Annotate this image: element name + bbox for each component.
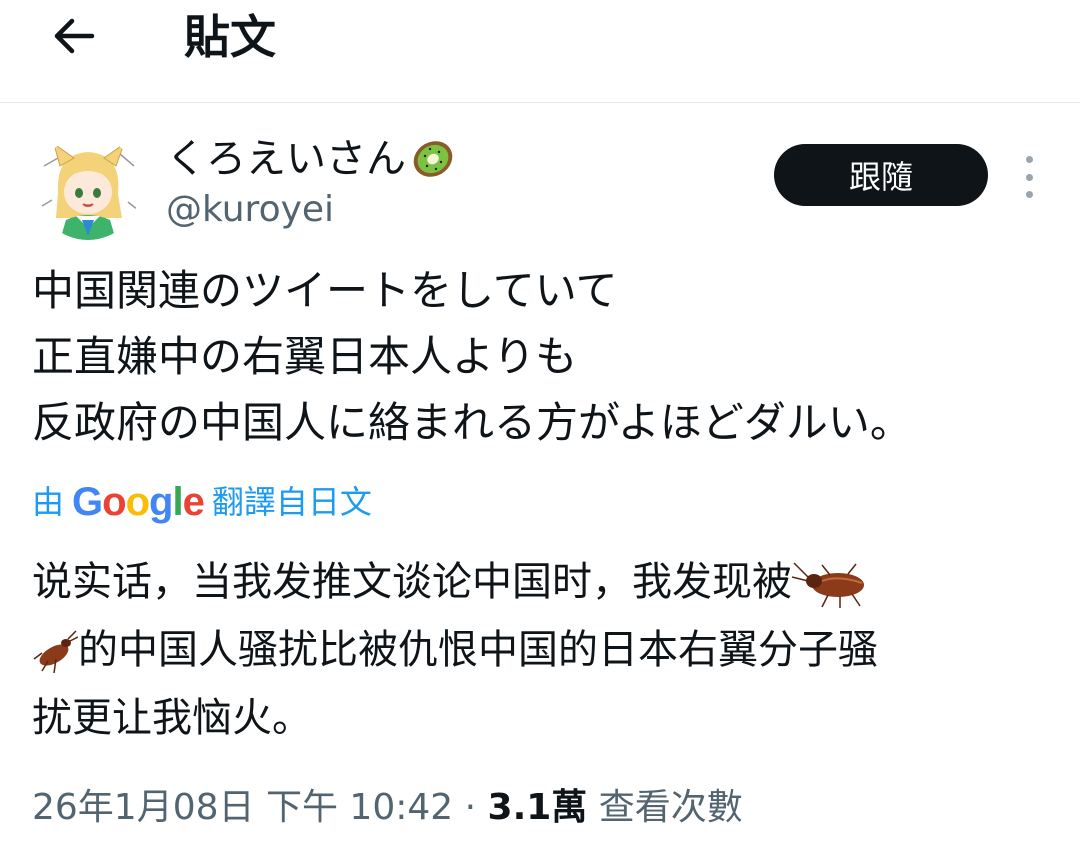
more-options-button[interactable]	[1014, 156, 1044, 198]
tweet-meta: 26年1月08日 下午 10:42 · 3.1萬 查看次數	[32, 780, 743, 836]
views-count: 3.1萬	[487, 787, 588, 828]
kiwi-emoji	[413, 141, 453, 177]
cockroach-emoji	[792, 562, 864, 608]
views-label: 查看次數	[598, 787, 743, 828]
translation-attribution[interactable]: 由 Google 翻譯自日文	[32, 478, 372, 526]
top-bar: 貼文	[0, 0, 1080, 103]
translated-line: 的中国人骚扰比被仇恨中国的日本右翼分子骚	[32, 616, 1062, 684]
more-vertical-icon-dot	[1025, 173, 1033, 181]
translated-line: 扰更让我恼火。	[32, 695, 312, 741]
more-vertical-icon	[1025, 156, 1033, 163]
follow-button[interactable]: 跟隨	[774, 144, 988, 206]
avatar-image	[36, 136, 140, 240]
user-handle[interactable]: @kuroyei	[166, 186, 334, 234]
avatar[interactable]	[36, 136, 140, 240]
back-button[interactable]	[44, 10, 104, 62]
translated-text: 说实话，当我发推文谈论中国时，我发现被 的中国人骚扰比被仇恨中国的日本右翼分子骚…	[32, 548, 1062, 752]
translated-line: 说实话，当我发推文谈论中国时，我发现被	[32, 548, 1062, 616]
tweet-text: 中国関連のツイートをしていて 正直嫌中の右翼日本人よりも 反政府の中国人に絡まれ…	[32, 258, 1072, 456]
display-name[interactable]: くろえいさん	[166, 132, 456, 186]
tweet-line: 反政府の中国人に絡まれる方がよほどダルい。	[32, 398, 912, 447]
display-name-text: くろえいさん	[166, 136, 406, 182]
translated-line-text: 的中国人骚扰比被仇恨中国的日本右翼分子骚	[78, 627, 878, 673]
more-vertical-icon-dot	[1025, 191, 1033, 198]
back-arrow-icon	[54, 18, 95, 54]
tweet-line: 中国関連のツイートをしていて	[32, 266, 618, 315]
translation-suffix: 翻譯自日文	[211, 483, 372, 521]
translation-prefix: 由	[32, 483, 65, 521]
cockroach-emoji	[33, 630, 78, 674]
timestamp[interactable]: 26年1月08日 下午 10:42	[32, 787, 453, 828]
translated-line-text: 说实话，当我发推文谈论中国时，我发现被	[32, 559, 792, 605]
tweet-line: 正直嫌中の右翼日本人よりも	[32, 332, 578, 381]
page-title: 貼文	[184, 10, 276, 64]
meta-separator: ·	[464, 787, 477, 828]
google-logo: Google	[72, 480, 205, 524]
